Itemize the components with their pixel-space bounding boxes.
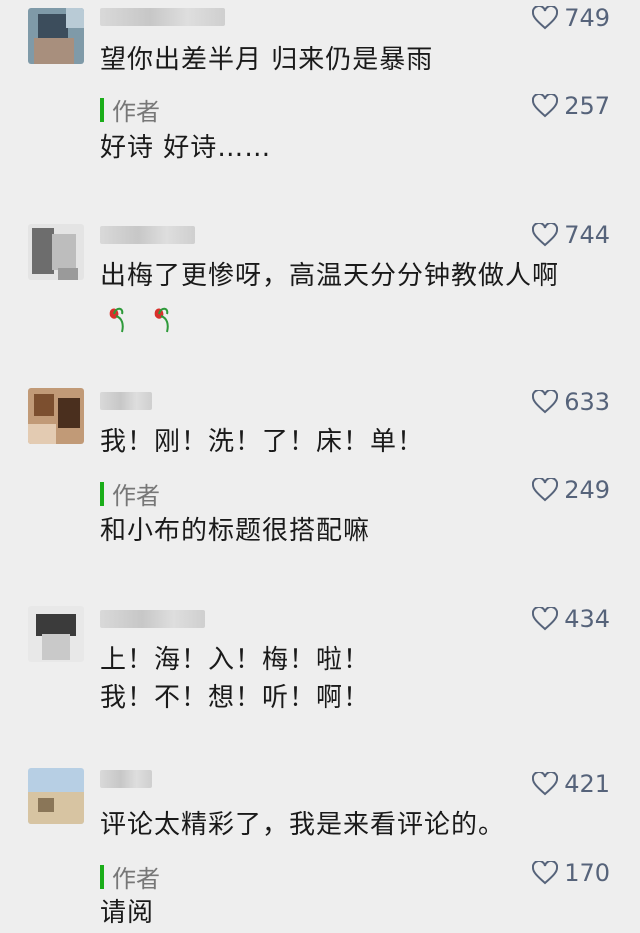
heart-icon — [532, 861, 559, 885]
reply-text: 请阅 — [100, 898, 155, 928]
avatar[interactable] — [28, 224, 84, 280]
author-reply-tag: 作者 — [100, 92, 160, 127]
wilted-rose-icon — [154, 307, 170, 332]
heart-icon — [532, 6, 559, 30]
like-count: 633 — [564, 388, 610, 416]
nickname-blurred[interactable] — [100, 392, 152, 410]
comment-text: 出梅了更惨呀，高温天分分钟教做人啊 — [100, 261, 560, 291]
comment-text-line: 上！海！入！梅！啦！ — [100, 645, 371, 675]
wilted-rose-icon — [109, 307, 124, 332]
heart-icon — [532, 772, 559, 796]
avatar[interactable] — [28, 8, 84, 64]
like-count: 749 — [564, 4, 610, 32]
author-label: 作者 — [112, 98, 160, 126]
like-button[interactable]: 744 — [532, 221, 610, 249]
emoji-row — [100, 298, 181, 338]
like-button[interactable]: 633 — [532, 388, 610, 416]
like-count: 421 — [564, 770, 610, 798]
like-button[interactable]: 434 — [532, 605, 610, 633]
heart-icon — [532, 223, 559, 247]
avatar[interactable] — [28, 606, 84, 662]
author-accent-bar — [100, 97, 104, 122]
nickname-blurred[interactable] — [100, 8, 225, 26]
author-label: 作者 — [112, 865, 160, 893]
reply-like-button[interactable]: 249 — [532, 476, 610, 504]
like-count: 170 — [564, 859, 610, 887]
nickname-blurred[interactable] — [100, 770, 152, 788]
heart-icon — [532, 478, 559, 502]
like-button[interactable]: 749 — [532, 4, 610, 32]
avatar[interactable] — [28, 768, 84, 824]
nickname-blurred[interactable] — [100, 610, 205, 628]
reply-text: 和小布的标题很搭配嘛 — [100, 516, 371, 546]
like-count: 257 — [564, 92, 610, 120]
comment-text-line: 我！不！想！听！啊！ — [100, 683, 371, 713]
heart-icon — [532, 94, 559, 118]
comment-text: 评论太精彩了，我是来看评论的。 — [100, 810, 506, 840]
avatar[interactable] — [28, 388, 84, 444]
comment-text: 望你出差半月 归来仍是暴雨 — [100, 45, 434, 75]
like-count: 744 — [564, 221, 610, 249]
reply-text: 好诗 好诗…… — [100, 133, 272, 163]
like-button[interactable]: 421 — [532, 770, 610, 798]
like-count: 249 — [564, 476, 610, 504]
like-count: 434 — [564, 605, 610, 633]
author-accent-bar — [100, 481, 104, 506]
author-label: 作者 — [112, 482, 160, 510]
comment-text: 我！刚！洗！了！床！单！ — [100, 427, 425, 457]
reply-like-button[interactable]: 170 — [532, 859, 610, 887]
heart-icon — [532, 390, 559, 414]
author-reply-tag: 作者 — [100, 859, 160, 894]
author-reply-tag: 作者 — [100, 476, 160, 511]
reply-like-button[interactable]: 257 — [532, 92, 610, 120]
heart-icon — [532, 607, 559, 631]
author-accent-bar — [100, 864, 104, 889]
nickname-blurred[interactable] — [100, 226, 195, 244]
